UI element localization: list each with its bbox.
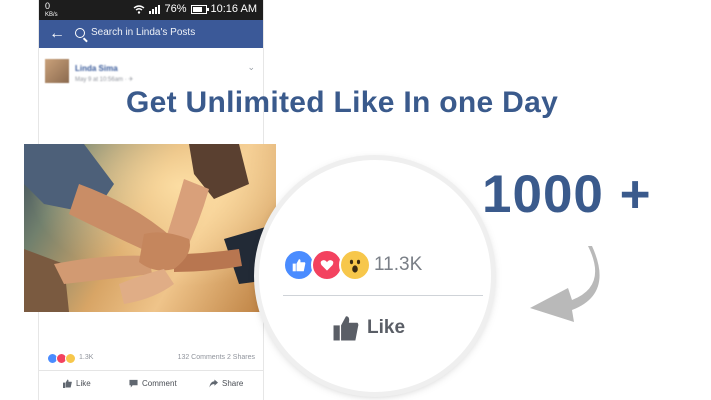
share-button[interactable]: Share bbox=[209, 379, 243, 388]
curved-arrow-icon bbox=[530, 246, 600, 322]
search-bar: ← Search in Linda's Posts bbox=[39, 20, 263, 48]
like-button[interactable]: Like bbox=[63, 379, 91, 388]
wow-face-icon bbox=[339, 249, 371, 281]
clock: 10:16 AM bbox=[210, 3, 257, 15]
comment-icon bbox=[129, 379, 138, 388]
signal-icon bbox=[149, 4, 161, 14]
like-label: Like bbox=[367, 317, 406, 338]
search-input[interactable]: Search in Linda's Posts bbox=[73, 26, 253, 42]
post-photo bbox=[24, 144, 276, 312]
share-label: Share bbox=[222, 379, 244, 388]
network-speed-unit: KB/s bbox=[45, 12, 58, 18]
like-thumb-icon bbox=[333, 316, 359, 341]
like-thumb-icon bbox=[63, 379, 72, 388]
status-icons: 76% 10:16 AM bbox=[133, 3, 257, 15]
network-speed-value: 0 bbox=[45, 1, 51, 11]
wow-reaction-icon bbox=[65, 353, 76, 364]
reaction-icons bbox=[47, 353, 76, 364]
post-actions: Like Comment Share bbox=[39, 370, 263, 397]
wifi-icon bbox=[134, 5, 145, 14]
like-label: Like bbox=[76, 379, 91, 388]
post-meta: May 9 at 10:56am · ✈ bbox=[75, 77, 134, 83]
magnified-like-button[interactable]: Like bbox=[333, 315, 405, 341]
search-icon bbox=[75, 28, 85, 38]
share-icon bbox=[209, 379, 218, 388]
chevron-down-icon[interactable]: ⌄ bbox=[247, 62, 255, 73]
search-placeholder: Search in Linda's Posts bbox=[91, 27, 196, 38]
reactions-count[interactable]: 1.3K bbox=[79, 354, 93, 361]
magnified-reactions-count[interactable]: 11.3K bbox=[374, 254, 422, 276]
back-arrow-icon[interactable]: ← bbox=[49, 25, 65, 43]
status-bar: 0 KB/s 76% 10:16 AM bbox=[39, 0, 263, 20]
headline: Get Unlimited Like In one Day bbox=[126, 86, 559, 119]
battery-icon bbox=[190, 4, 209, 14]
network-speed: 0 KB/s bbox=[45, 2, 58, 20]
reaction-summary: 1.3K 132 Comments 2 Shares bbox=[39, 350, 263, 366]
post-author[interactable]: Linda Sima bbox=[75, 64, 118, 73]
battery-percent: 76% bbox=[164, 3, 187, 15]
stacked-hands-image bbox=[24, 144, 276, 312]
divider bbox=[283, 295, 483, 296]
avatar[interactable] bbox=[45, 59, 69, 83]
magnified-reaction-icons bbox=[283, 249, 371, 281]
like-count-headline: 1000 + bbox=[482, 165, 652, 224]
comment-label: Comment bbox=[142, 379, 177, 388]
magnified-reactions: 11.3K Like bbox=[259, 160, 491, 392]
comments-shares-count[interactable]: 132 Comments 2 Shares bbox=[178, 354, 255, 361]
comment-button[interactable]: Comment bbox=[129, 379, 177, 388]
